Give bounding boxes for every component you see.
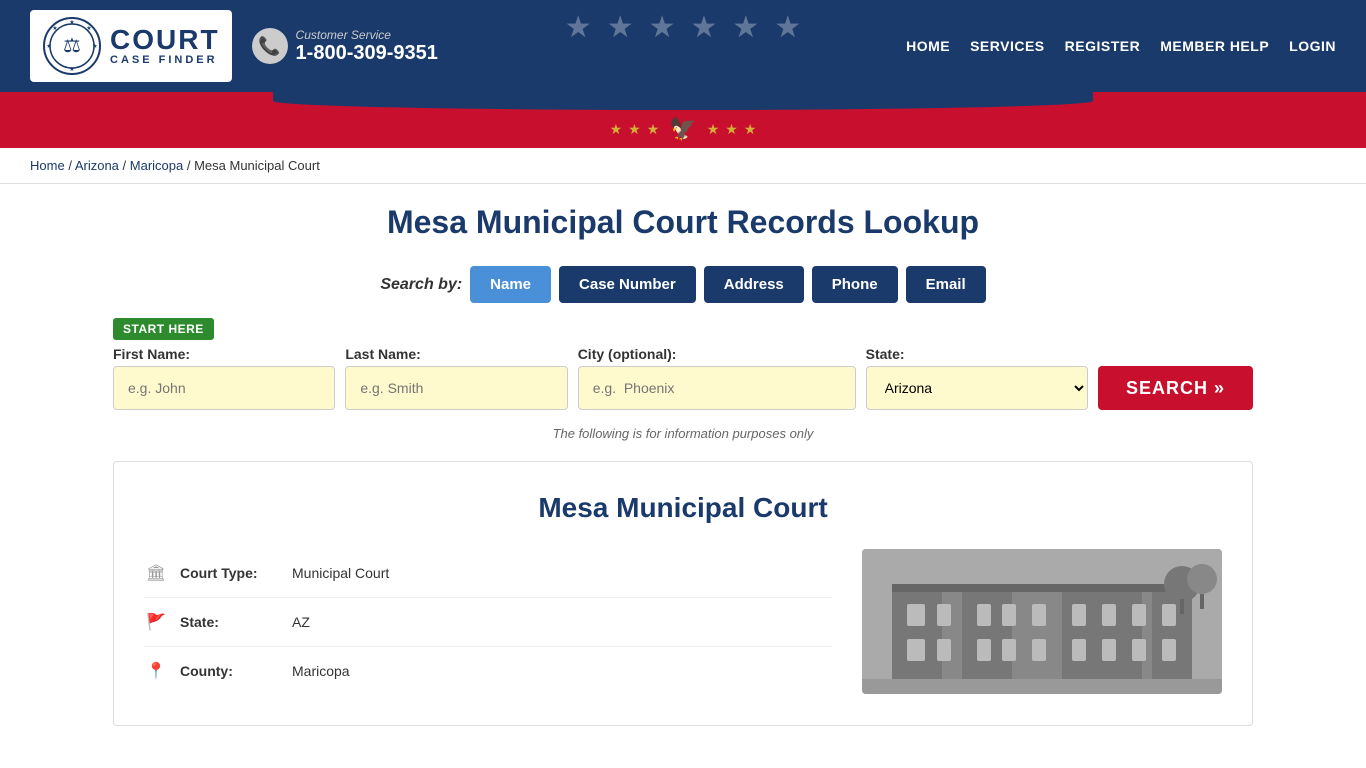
court-details-row: 🏛 Court Type: Municipal Court 🚩 State: A… <box>144 549 1222 695</box>
flag-icon: 🚩 <box>144 612 168 632</box>
state-label-detail: State: <box>180 614 280 630</box>
state-item: 🚩 State: AZ <box>144 598 832 647</box>
court-building-image <box>862 549 1222 694</box>
info-note: The following is for information purpose… <box>113 426 1253 441</box>
first-name-label: First Name: <box>113 346 335 362</box>
search-form: First Name: Last Name: City (optional): … <box>113 346 1253 410</box>
page-title: Mesa Municipal Court Records Lookup <box>113 204 1253 241</box>
city-label: City (optional): <box>578 346 856 362</box>
court-type-item: 🏛 Court Type: Municipal Court <box>144 549 832 598</box>
eagle-stars-left: ★★★ <box>610 121 660 138</box>
first-name-input[interactable] <box>113 366 335 410</box>
svg-text:★: ★ <box>69 19 74 26</box>
state-label: State: <box>866 346 1088 362</box>
breadcrumb-home[interactable]: Home <box>30 158 65 173</box>
last-name-field: Last Name: <box>345 346 567 410</box>
logo-text: COURT CASE FINDER <box>110 26 220 66</box>
first-name-field: First Name: <box>113 346 335 410</box>
nav-services[interactable]: SERVICES <box>970 38 1045 54</box>
svg-text:★: ★ <box>86 25 91 32</box>
logo-finder-label: CASE FINDER <box>110 54 220 66</box>
court-details-left: 🏛 Court Type: Municipal Court 🚩 State: A… <box>144 549 832 695</box>
svg-text:★: ★ <box>92 43 97 50</box>
last-name-input[interactable] <box>345 366 567 410</box>
building-icon: 🏛 <box>144 563 168 583</box>
county-item: 📍 County: Maricopa <box>144 647 832 695</box>
tab-email[interactable]: Email <box>906 266 986 303</box>
breadcrumb-maricopa[interactable]: Maricopa <box>130 158 183 173</box>
state-select[interactable]: Arizona Alabama Alaska California Colora… <box>866 366 1088 410</box>
state-field: State: Arizona Alabama Alaska California… <box>866 346 1088 410</box>
main-content: Mesa Municipal Court Records Lookup Sear… <box>83 184 1283 746</box>
nav-member-help[interactable]: MEMBER HELP <box>1160 38 1269 54</box>
nav-home[interactable]: HOME <box>906 38 950 54</box>
phone-number: 1-800-309-9351 <box>296 42 438 65</box>
svg-text:⚖: ⚖ <box>63 35 81 57</box>
banner-decoration: ★★★ 🦅 ★★★ <box>0 92 1366 148</box>
start-here-badge: START HERE <box>113 318 214 340</box>
search-section: Search by: Name Case Number Address Phon… <box>113 266 1253 441</box>
court-type-label: Court Type: <box>180 565 280 581</box>
svg-text:★: ★ <box>52 25 57 32</box>
search-by-row: Search by: Name Case Number Address Phon… <box>113 266 1253 303</box>
court-info-title: Mesa Municipal Court <box>144 492 1222 524</box>
wave-arch <box>273 92 1093 110</box>
site-header: ★ ★ ★ ★ ★ ★ ★ ★ ★ ★ ★ ★ ⚖ COURT CA <box>0 0 1366 92</box>
eagle-stars-right: ★★★ <box>707 121 757 138</box>
last-name-label: Last Name: <box>345 346 567 362</box>
tab-case-number[interactable]: Case Number <box>559 266 696 303</box>
nav-register[interactable]: REGISTER <box>1065 38 1141 54</box>
tab-phone[interactable]: Phone <box>812 266 898 303</box>
search-button[interactable]: SEARCH » <box>1098 366 1253 410</box>
svg-text:★: ★ <box>69 66 74 73</box>
breadcrumb-sep-3: / <box>187 158 194 173</box>
state-value: AZ <box>292 614 310 630</box>
breadcrumb-arizona[interactable]: Arizona <box>75 158 119 173</box>
county-label: County: <box>180 663 280 679</box>
eagle-banner: ★★★ 🦅 ★★★ <box>0 110 1366 148</box>
county-value: Maricopa <box>292 663 350 679</box>
header-stars-decoration: ★ ★ ★ ★ ★ ★ <box>565 10 801 45</box>
tab-name[interactable]: Name <box>470 266 551 303</box>
phone-icon: 📞 <box>252 28 288 64</box>
phone-label: Customer Service <box>296 28 438 42</box>
city-input[interactable] <box>578 366 856 410</box>
main-nav: HOME SERVICES REGISTER MEMBER HELP LOGIN <box>906 38 1336 54</box>
logo-emblem-icon: ★ ★ ★ ★ ★ ★ ⚖ <box>42 16 102 76</box>
breadcrumb-sep-2: / <box>123 158 130 173</box>
customer-service-box: 📞 Customer Service 1-800-309-9351 <box>252 28 438 65</box>
breadcrumb: Home / Arizona / Maricopa / Mesa Municip… <box>0 148 1366 184</box>
site-logo[interactable]: ★ ★ ★ ★ ★ ★ ⚖ COURT CASE FINDER <box>30 10 232 82</box>
location-icon: 📍 <box>144 661 168 681</box>
breadcrumb-current: Mesa Municipal Court <box>194 158 320 173</box>
header-left: ★ ★ ★ ★ ★ ★ ⚖ COURT CASE FINDER 📞 Custom… <box>30 10 438 82</box>
logo-court-label: COURT <box>110 26 220 54</box>
city-field: City (optional): <box>578 346 856 410</box>
search-by-label: Search by: <box>380 276 462 294</box>
court-type-value: Municipal Court <box>292 565 389 581</box>
svg-text:★: ★ <box>46 43 51 50</box>
court-info-box: Mesa Municipal Court 🏛 Court Type: Munic… <box>113 461 1253 726</box>
nav-login[interactable]: LOGIN <box>1289 38 1336 54</box>
eagle-icon: 🦅 <box>669 116 696 142</box>
tab-address[interactable]: Address <box>704 266 804 303</box>
phone-info: Customer Service 1-800-309-9351 <box>296 28 438 65</box>
